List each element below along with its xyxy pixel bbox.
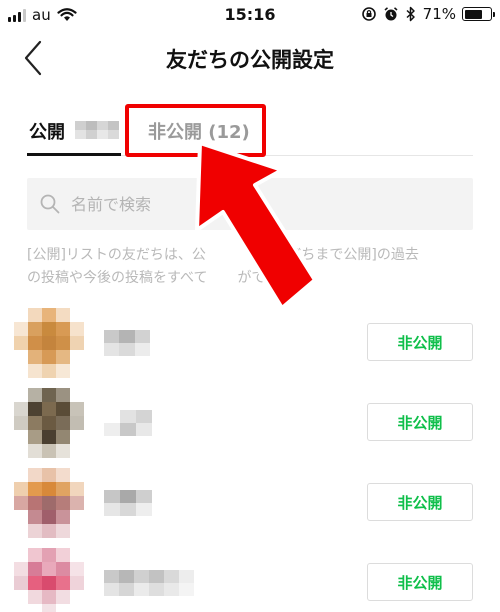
alarm-icon [384,7,398,21]
description-line1-end: が[友だちまで公開]の過去 [253,247,419,263]
blurred-avatar[interactable] [14,548,84,612]
blurred-name[interactable] [104,330,150,356]
blurred-name[interactable] [104,490,152,516]
status-bar-right: 71% [361,5,495,23]
search-bar [27,178,473,230]
status-bar: au 15:16 71% [0,0,500,30]
red-arrow-annotation [195,141,317,310]
screen-rotation-lock-icon [361,7,376,21]
tab-private[interactable]: 非公開 (12) [126,104,266,156]
blurred-name[interactable] [104,410,152,436]
blurred-count [75,121,119,139]
blurred-avatar[interactable] [14,388,84,458]
friend-row: 非公開 [0,376,500,458]
description-line2-end: ができます。 [237,270,321,286]
friend-row: 非公開 [0,536,500,612]
blurred-name[interactable] [104,570,194,596]
tab-private-label: 非公開 (12) [148,122,250,143]
blurred-avatar[interactable] [14,308,84,378]
make-private-button[interactable]: 非公開 [367,563,473,601]
battery-level-fill [464,9,483,19]
blurred-avatar[interactable] [14,468,84,538]
page-title: 友だちの公開設定 [166,48,334,72]
search-icon [40,194,60,214]
description-text: [公開]リストの友だちは、公 が[友だちまで公開]の過去 の投稿や今後の投稿をすべ… [27,244,477,290]
friend-row: 非公開 [0,296,500,378]
tab-bar: 公開 非公開 (12) [27,104,473,156]
description-line1: [公開]リストの友だちは、公 [27,247,206,263]
battery-percent: 71% [422,5,456,23]
make-private-button[interactable]: 非公開 [367,323,473,361]
search-input[interactable] [71,178,461,230]
description-line2: の投稿や今後の投稿をすべて [27,270,208,286]
header: 友だちの公開設定 [0,30,500,86]
tab-public-label: 公開 [29,122,65,143]
bluetooth-icon [406,6,415,22]
make-private-button[interactable]: 非公開 [367,403,473,441]
battery-icon [462,7,495,21]
make-private-button[interactable]: 非公開 [367,483,473,521]
friend-row: 非公開 [0,456,500,538]
tab-public[interactable]: 公開 [27,104,121,156]
